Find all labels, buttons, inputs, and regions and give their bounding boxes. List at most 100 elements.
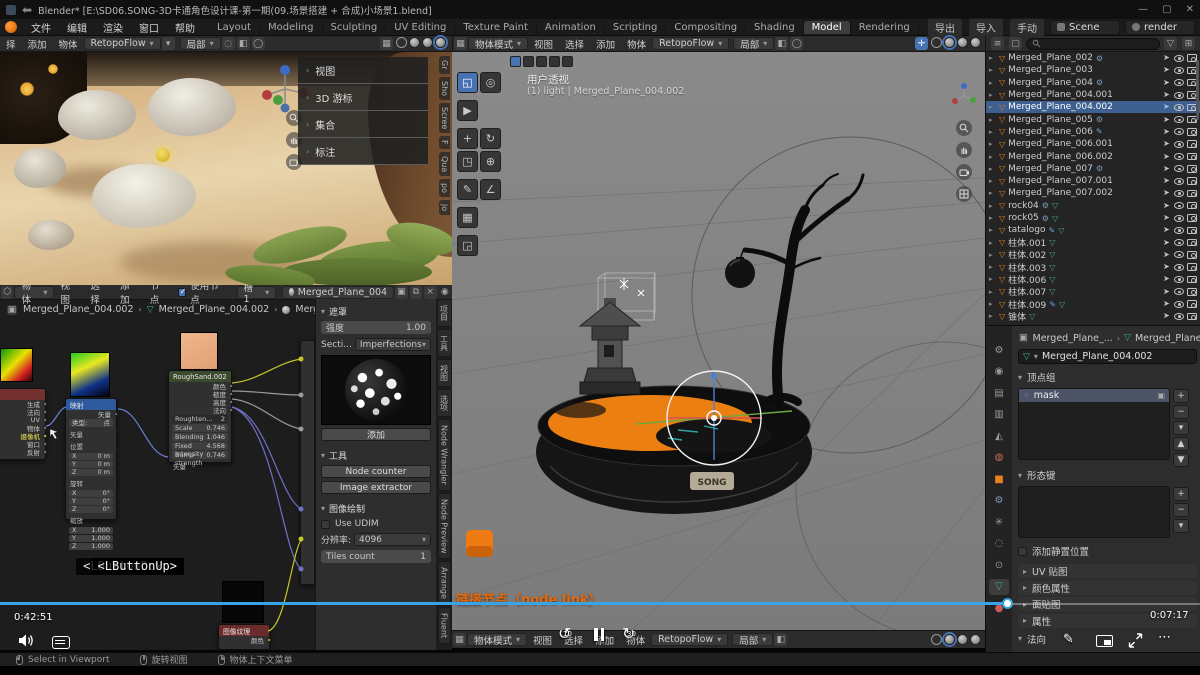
outliner-row-Merged_Plane_007.002[interactable]: ▸▽Merged_Plane_007.002➤: [986, 187, 1200, 199]
mapping-value-field[interactable]: X0 m: [69, 453, 113, 460]
pause-icon[interactable]: [594, 628, 604, 641]
sand-group-node[interactable]: RoughSand.002 颜色糙度高度法向 Roughten...2 Scal…: [168, 370, 232, 463]
workspace-tab-uv-editing[interactable]: UV Editing: [386, 21, 455, 34]
shader-tab-Fluent[interactable]: Fluent: [438, 607, 451, 644]
mid-shading-rendered-icon[interactable]: [970, 37, 981, 48]
video-progress-filled[interactable]: [0, 602, 1008, 605]
render-camera-icon[interactable]: [1187, 263, 1197, 271]
physics-tab-icon[interactable]: ◌: [989, 536, 1009, 552]
render-camera-icon[interactable]: [1187, 313, 1197, 321]
side-tab-Qua[interactable]: Qua: [439, 152, 450, 176]
workspace-tab-animation[interactable]: Animation: [537, 21, 605, 34]
slot-dropdown[interactable]: 槽 1▾: [237, 286, 277, 299]
sand-image-selector[interactable]: Roughten...2: [172, 415, 228, 423]
outliner-row-Merged_Plane_004.002[interactable]: ▸▽Merged_Plane_004.002➤: [986, 101, 1200, 113]
outliner-row-Merged_Plane_005[interactable]: ▸▽Merged_Plane_005⚙➤: [986, 113, 1200, 125]
render-camera-icon[interactable]: [1187, 276, 1197, 284]
render-camera-icon[interactable]: [1187, 300, 1197, 308]
shader-mode-dropdown[interactable]: 物体▾: [14, 286, 54, 299]
menu-文件[interactable]: 文件: [23, 19, 59, 36]
blender-logo-icon[interactable]: [5, 21, 17, 33]
mapping-value-field[interactable]: X1.000: [69, 527, 113, 534]
visibility-eye-icon[interactable]: [1174, 55, 1184, 62]
workspace-tab-texture-paint[interactable]: Texture Paint: [455, 21, 537, 34]
selectable-toggle-icon[interactable]: ➤: [1163, 263, 1171, 271]
selectable-toggle-icon[interactable]: ➤: [1163, 54, 1171, 62]
sand-field-Blending[interactable]: Blending1.046: [172, 433, 228, 441]
video-progress-rest[interactable]: [1008, 603, 1200, 605]
notes-pencil-icon[interactable]: ✎: [1063, 632, 1074, 647]
footer-shading-material-icon[interactable]: [957, 634, 968, 645]
header-menu-视图[interactable]: 视图: [527, 633, 558, 647]
footer-shading-rendered-icon[interactable]: [970, 634, 981, 645]
import-button[interactable]: 导入: [968, 18, 1004, 37]
tool-annotate[interactable]: ✎: [457, 179, 478, 200]
visibility-eye-icon[interactable]: [1174, 178, 1184, 185]
vg-add-button[interactable]: +: [1173, 389, 1189, 403]
selectable-toggle-icon[interactable]: ➤: [1163, 251, 1171, 259]
visibility-eye-icon[interactable]: [1174, 67, 1184, 74]
object-tab-icon[interactable]: ■: [989, 471, 1009, 487]
sand-field-Bump strength[interactable]: Bump strength0.746: [172, 451, 228, 459]
outliner-row-rock05[interactable]: ▸▽rock05⚙▽➤: [986, 212, 1200, 224]
mapping-value-field[interactable]: Y1.000: [69, 535, 113, 542]
shading-material-icon[interactable]: [422, 37, 433, 48]
side-tab-Sho[interactable]: Sho: [439, 77, 450, 100]
filter-icon[interactable]: ▽: [1164, 37, 1177, 50]
visibility-eye-icon[interactable]: [1174, 239, 1184, 246]
visibility-eye-icon[interactable]: [1174, 165, 1184, 172]
outliner-display-mode-icon[interactable]: ≡: [991, 37, 1004, 50]
sand-field-Scale[interactable]: Scale0.746: [172, 424, 228, 432]
fake-user-icon[interactable]: ▣: [395, 286, 407, 299]
visibility-eye-icon[interactable]: [1174, 227, 1184, 234]
orientation-dropdown-left[interactable]: 局部▾: [180, 37, 221, 50]
workspace-tab-layout[interactable]: Layout: [209, 21, 260, 34]
selectable-toggle-icon[interactable]: ➤: [1163, 153, 1171, 161]
mid-zoom-icon[interactable]: [956, 120, 972, 136]
solid-viewport[interactable]: SONG: [452, 52, 985, 648]
side-tab-Gr[interactable]: Gr: [439, 56, 450, 74]
texcoord-output-法向[interactable]: 法向: [0, 408, 45, 416]
outliner-row-tatalogo[interactable]: ▸▽tatalogo✎▽➤: [986, 224, 1200, 236]
selectable-toggle-icon[interactable]: ➤: [1163, 140, 1171, 148]
mapping-value-field[interactable]: Y0°: [69, 498, 113, 505]
selectable-toggle-icon[interactable]: ➤: [1163, 202, 1171, 210]
mapping-value-field[interactable]: Y0 m: [69, 461, 113, 468]
shading-wireframe-icon[interactable]: [396, 37, 407, 48]
use-nodes-checkbox[interactable]: 使用节点: [178, 285, 227, 306]
strength-slider[interactable]: 强度1.00: [321, 321, 431, 334]
vg-move-down-button[interactable]: ▼: [1173, 453, 1189, 467]
shader-tab-选项[interactable]: 选项: [437, 389, 452, 417]
header-menu-添加[interactable]: 添加: [590, 37, 621, 51]
shader-tab-工具[interactable]: 工具: [437, 329, 452, 357]
tool-cursor[interactable]: ◎: [480, 72, 501, 93]
rewind-10-icon[interactable]: ↺10: [558, 624, 571, 643]
outliner-row-柱体.009[interactable]: ▸▽柱体.009✎▽➤: [986, 298, 1200, 310]
export-button[interactable]: 导出: [927, 18, 963, 37]
workspace-tab-rendering[interactable]: Rendering: [851, 21, 919, 34]
particles-tab-icon[interactable]: ✳: [989, 514, 1009, 530]
npanel-section-集合[interactable]: ›集合: [298, 111, 428, 138]
render-camera-icon[interactable]: [1187, 190, 1197, 198]
retopoflow-menu-left[interactable]: RetopoFlow▾: [84, 37, 161, 50]
vertex-groups-list[interactable]: ⁘ mask ▣ + − ▾ ▲ ▼: [1018, 388, 1170, 460]
menu-帮助[interactable]: 帮助: [167, 19, 203, 36]
viewlayer-tab-icon[interactable]: ▥: [989, 407, 1009, 423]
render-camera-icon[interactable]: [1187, 288, 1197, 296]
footer-snap-icon[interactable]: ◧: [774, 633, 787, 646]
visibility-eye-icon[interactable]: [1174, 128, 1184, 135]
select-mode-active-icon[interactable]: [510, 56, 521, 67]
npanel-section-标注[interactable]: ›标注: [298, 138, 428, 165]
header-menu-视图[interactable]: 视图: [54, 285, 84, 306]
visibility-eye-icon[interactable]: [1174, 215, 1184, 222]
world-tab-icon[interactable]: ◍: [989, 450, 1009, 466]
outliner-row-Merged_Plane_007[interactable]: ▸▽Merged_Plane_007⚙➤: [986, 163, 1200, 175]
selectable-toggle-icon[interactable]: ➤: [1163, 91, 1171, 99]
vg-specials-button[interactable]: ▾: [1173, 421, 1189, 435]
outliner-row-柱体.006[interactable]: ▸▽柱体.006▽➤: [986, 273, 1200, 285]
selectable-toggle-icon[interactable]: ➤: [1163, 312, 1171, 320]
outliner-row-柱体.007[interactable]: ▸▽柱体.007▽➤: [986, 286, 1200, 298]
constraints-tab-icon[interactable]: ⊙: [989, 557, 1009, 573]
sand-output-法向[interactable]: 法向: [169, 406, 231, 414]
shader-tab-Node Wrangler[interactable]: Node Wrangler: [438, 419, 451, 491]
